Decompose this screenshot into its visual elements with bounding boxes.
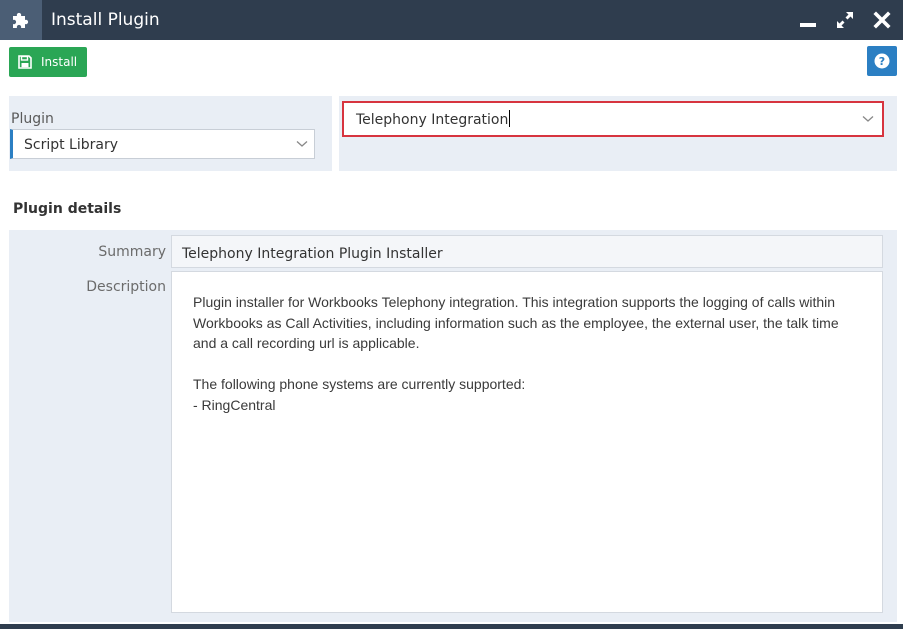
- plugin-select-value: Script Library: [24, 137, 119, 153]
- plugin-details-panel: Summary Telephony Integration Plugin Ins…: [9, 230, 897, 622]
- plugin-select[interactable]: Script Library: [10, 129, 315, 159]
- maximize-icon[interactable]: [833, 8, 857, 32]
- window-title: Install Plugin: [51, 10, 160, 30]
- text-cursor: [509, 110, 511, 127]
- help-button[interactable]: ?: [867, 46, 897, 76]
- description-line: [193, 354, 863, 375]
- title-bar: Install Plugin: [0, 0, 903, 40]
- plugin-label: Plugin: [11, 111, 54, 127]
- plugin-details-heading: Plugin details: [13, 201, 122, 217]
- description-text: Plugin installer for Workbooks Telephony…: [193, 292, 863, 415]
- help-icon: ?: [874, 53, 890, 69]
- install-button[interactable]: Install: [9, 47, 87, 77]
- description-line: Plugin installer for Workbooks Telephony…: [193, 294, 839, 351]
- description-label: Description: [86, 279, 166, 295]
- chevron-down-icon: [862, 116, 874, 122]
- plugin-panel: Plugin Script Library: [9, 96, 332, 171]
- taskbar-strip: [0, 624, 903, 629]
- description-field[interactable]: Plugin installer for Workbooks Telephony…: [171, 271, 883, 613]
- chevron-down-icon: [296, 141, 308, 147]
- summary-label: Summary: [98, 244, 166, 260]
- minimize-icon[interactable]: [796, 8, 820, 32]
- description-line: The following phone systems are currentl…: [193, 376, 526, 392]
- plugin-variant-value: Telephony Integration: [356, 110, 511, 128]
- install-button-label: Install: [41, 55, 78, 69]
- description-line: - RingCentral: [193, 396, 276, 413]
- puzzle-icon: [0, 0, 42, 40]
- plugin-variant-select[interactable]: Telephony Integration: [342, 101, 884, 137]
- summary-field[interactable]: Telephony Integration Plugin Installer: [171, 235, 883, 268]
- summary-value: Telephony Integration Plugin Installer: [182, 246, 443, 262]
- save-icon: [18, 55, 32, 69]
- plugin-variant-panel: Telephony Integration: [339, 96, 897, 171]
- close-icon[interactable]: [870, 8, 894, 32]
- svg-text:?: ?: [879, 55, 885, 68]
